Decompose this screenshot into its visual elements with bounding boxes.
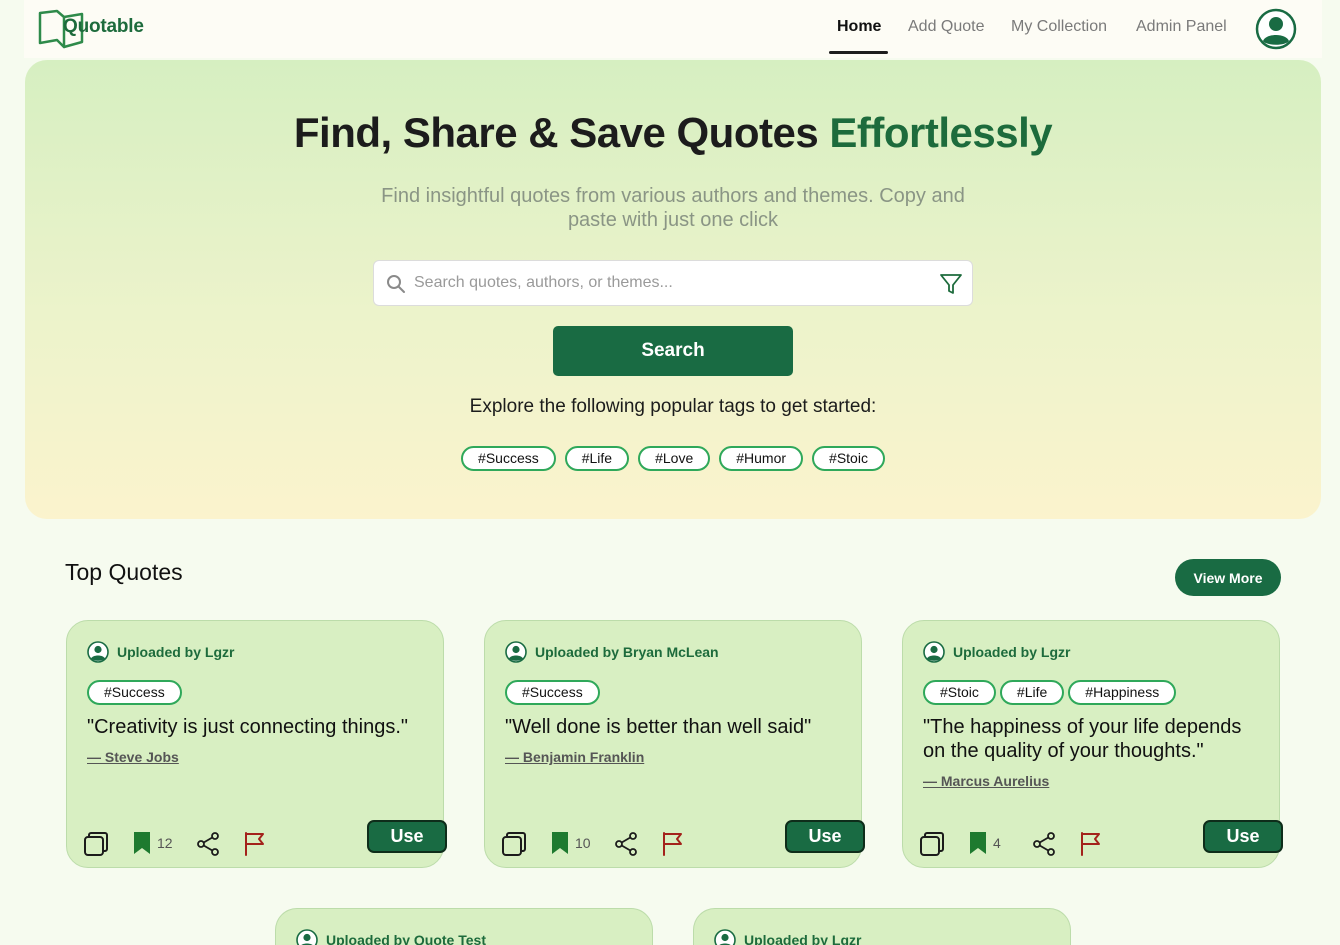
card-tag[interactable]: #Success <box>87 680 182 705</box>
user-circle-icon <box>923 641 945 663</box>
share-icon <box>197 832 219 856</box>
card-header: Uploaded by Lgzr <box>87 641 234 663</box>
quote-text: "Well done is better than well said" — B… <box>505 715 835 766</box>
quote-card: Uploaded by Lgzr <box>693 908 1071 945</box>
search-box <box>373 260 973 306</box>
card-tags: #Stoic #Life #Happiness <box>923 680 1177 705</box>
nav-my-collection[interactable]: My Collection <box>1011 18 1107 36</box>
hero-title: Find, Share & Save Quotes Effortlessly <box>25 109 1321 157</box>
card-actions: 10 Use <box>501 820 865 862</box>
search-button[interactable]: Search <box>553 326 793 376</box>
bookmark-icon <box>552 832 568 854</box>
report-button[interactable] <box>243 831 267 862</box>
card-header: Uploaded by Lgzr <box>923 641 1070 663</box>
share-button[interactable] <box>613 831 639 862</box>
save-count: 12 <box>157 835 173 851</box>
uploader-name: Uploaded by Lgzr <box>117 644 235 660</box>
use-button[interactable]: Use <box>367 820 447 853</box>
quote-author[interactable]: — Steve Jobs <box>87 748 417 766</box>
user-circle-icon <box>1255 8 1297 50</box>
search-icon <box>387 275 405 293</box>
quote-card: Uploaded by Quote Test <box>275 908 653 945</box>
copy-icon <box>502 832 526 856</box>
user-circle-icon <box>296 929 318 945</box>
copy-button[interactable] <box>919 831 945 862</box>
report-button[interactable] <box>661 831 685 862</box>
user-circle-icon <box>505 641 527 663</box>
tag-life[interactable]: #Life <box>564 446 630 471</box>
save-button[interactable]: 4 <box>969 831 1001 855</box>
share-icon <box>1033 832 1055 856</box>
quote-card: Uploaded by Lgzr #Success "Creativity is… <box>66 620 447 868</box>
card-actions: 4 Use <box>919 820 1283 862</box>
view-more-button[interactable]: View More <box>1175 559 1281 596</box>
tag-success[interactable]: #Success <box>461 446 556 471</box>
save-count: 4 <box>993 835 1001 851</box>
nav-links: Home Add Quote My Collection Admin Panel <box>24 0 1322 58</box>
nav-add-quote[interactable]: Add Quote <box>908 18 985 36</box>
share-button[interactable] <box>1031 831 1057 862</box>
hero-title-accent: Effortlessly <box>829 109 1053 156</box>
bookmark-icon <box>970 832 986 854</box>
uploader-name: Uploaded by Bryan McLean <box>535 644 719 660</box>
copy-icon <box>920 832 944 856</box>
share-button[interactable] <box>195 831 221 862</box>
card-tags: #Success <box>505 680 600 705</box>
uploader-name: Uploaded by Lgzr <box>744 932 862 945</box>
quote-author[interactable]: — Benjamin Franklin <box>505 748 835 766</box>
tag-stoic[interactable]: #Stoic <box>812 446 885 471</box>
hero-section: Find, Share & Save Quotes Effortlessly F… <box>25 60 1321 519</box>
use-button[interactable]: Use <box>785 820 865 853</box>
save-button[interactable]: 12 <box>133 831 173 855</box>
tag-humor[interactable]: #Humor <box>719 446 804 471</box>
card-header: Uploaded by Bryan McLean <box>505 641 719 663</box>
report-button[interactable] <box>1079 831 1103 862</box>
card-tags: #Success <box>87 680 182 705</box>
quote-text: "Creativity is just connecting things." … <box>87 715 417 766</box>
explore-text: Explore the following popular tags to ge… <box>469 396 877 417</box>
quote-body: "Creativity is just connecting things." <box>87 716 409 738</box>
nav-admin-panel[interactable]: Admin Panel <box>1136 18 1227 36</box>
quote-card: Uploaded by Bryan McLean #Success "Well … <box>484 620 865 868</box>
copy-icon <box>84 832 108 856</box>
quote-body: "The happiness of your life depends on t… <box>923 716 1242 762</box>
nav-active-indicator <box>829 51 888 54</box>
copy-button[interactable] <box>83 831 109 862</box>
card-tag[interactable]: #Life <box>999 680 1065 705</box>
card-tag[interactable]: #Success <box>505 680 600 705</box>
use-button[interactable]: Use <box>1203 820 1283 853</box>
uploader-name: Uploaded by Quote Test <box>326 932 486 945</box>
tag-love[interactable]: #Love <box>638 446 711 471</box>
uploader-name: Uploaded by Lgzr <box>953 644 1071 660</box>
top-quotes-title: Top Quotes <box>65 559 183 585</box>
search-input[interactable] <box>414 261 924 305</box>
flag-icon <box>1081 832 1100 856</box>
quote-author[interactable]: — Marcus Aurelius <box>923 772 1253 790</box>
user-circle-icon <box>714 929 736 945</box>
navbar: Quotable Home Add Quote My Collection Ad… <box>24 0 1322 58</box>
flag-icon <box>245 832 264 856</box>
popular-tags: #Success #Life #Love #Humor #Stoic <box>25 446 1321 471</box>
save-button[interactable]: 10 <box>551 831 591 855</box>
card-header: Uploaded by Lgzr <box>714 929 861 945</box>
flag-icon <box>663 832 682 856</box>
card-tag[interactable]: #Stoic <box>923 680 996 705</box>
hero-title-main: Find, Share & Save Quotes <box>293 109 830 156</box>
quote-text: "The happiness of your life depends on t… <box>923 715 1253 790</box>
share-icon <box>615 832 637 856</box>
profile-button[interactable] <box>1255 8 1297 50</box>
card-actions: 12 Use <box>83 820 447 862</box>
filter-icon[interactable] <box>939 272 963 296</box>
hero-subtitle: Find insightful quotes from various auth… <box>381 185 965 231</box>
quote-body: "Well done is better than well said" <box>505 716 812 738</box>
quote-card: Uploaded by Lgzr #Stoic #Life #Happiness… <box>902 620 1283 868</box>
card-header: Uploaded by Quote Test <box>296 929 486 945</box>
save-count: 10 <box>575 835 591 851</box>
bookmark-icon <box>134 832 150 854</box>
user-circle-icon <box>87 641 109 663</box>
nav-home[interactable]: Home <box>837 18 881 36</box>
card-tag[interactable]: #Happiness <box>1068 680 1177 705</box>
copy-button[interactable] <box>501 831 527 862</box>
